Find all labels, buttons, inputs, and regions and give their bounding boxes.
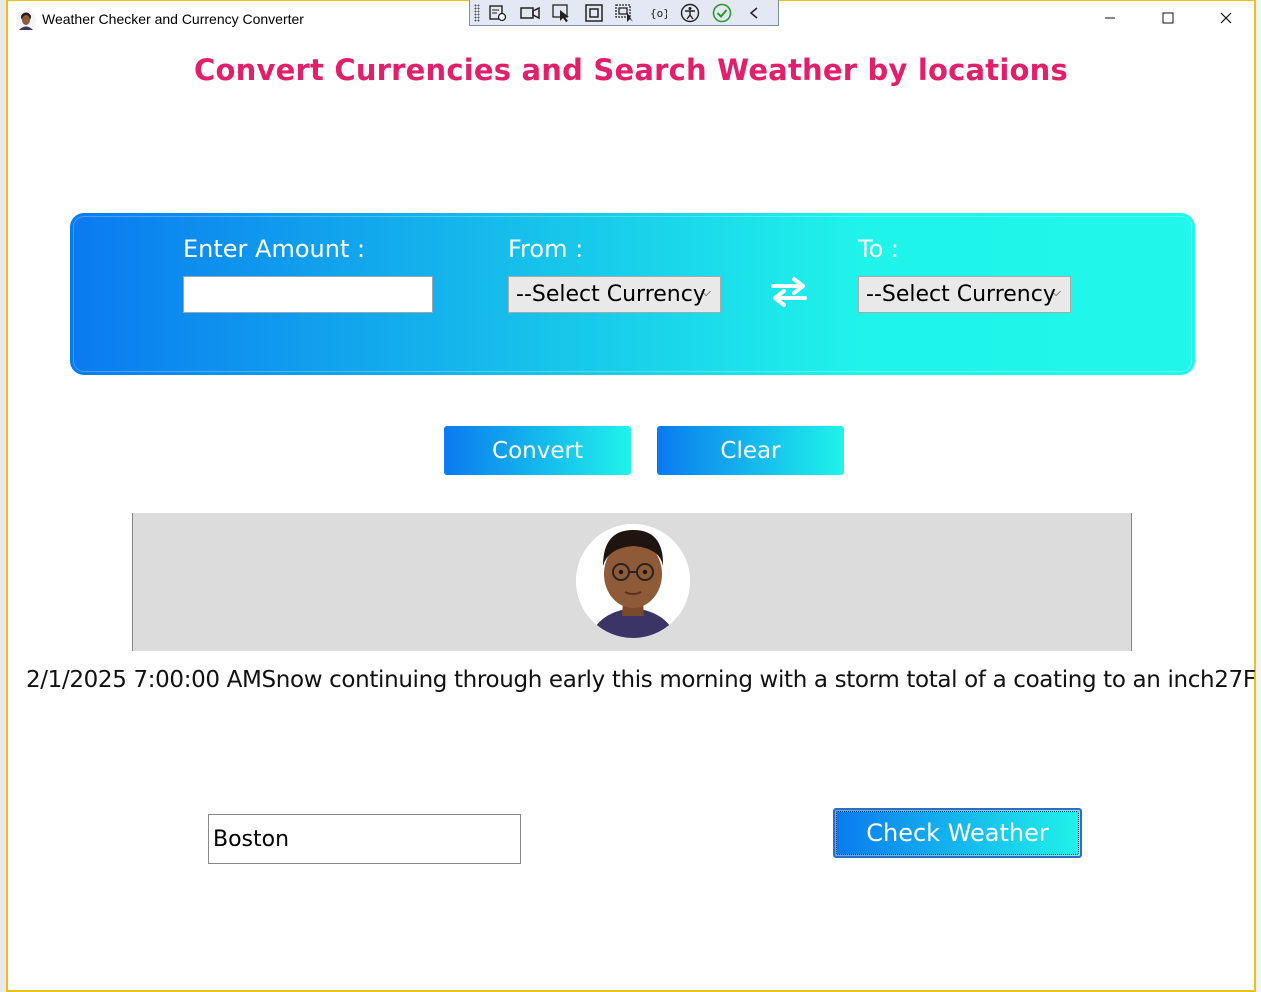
focus-ring xyxy=(836,811,1079,855)
chevron-left-icon[interactable] xyxy=(740,2,768,24)
background-desktop-edge-right xyxy=(1256,0,1261,992)
minimize-button[interactable] xyxy=(1081,1,1139,35)
profile-band xyxy=(132,513,1132,651)
profile-photo xyxy=(576,524,690,638)
weather-result-text: 2/1/2025 7:00:00 AMSnow continuing throu… xyxy=(26,667,1256,693)
to-currency-value: --Select Currency xyxy=(866,282,1056,307)
track-focus-icon[interactable] xyxy=(612,2,640,24)
maximize-icon xyxy=(1162,12,1174,24)
page-title: Convert Currencies and Search Weather by… xyxy=(194,53,1068,87)
amount-label: Enter Amount : xyxy=(183,235,366,263)
amount-input[interactable] xyxy=(183,276,433,313)
toolbar-grip-icon[interactable] xyxy=(474,3,480,22)
live-tree-icon[interactable] xyxy=(484,2,512,24)
clear-button[interactable]: Clear xyxy=(657,426,844,475)
to-currency-select[interactable]: --Select Currency ⌵ xyxy=(858,276,1071,313)
display-layout-adorners-icon[interactable] xyxy=(580,2,608,24)
maximize-button[interactable] xyxy=(1139,1,1197,35)
city-input[interactable]: Boston xyxy=(208,814,521,864)
to-label: To : xyxy=(858,235,899,263)
from-currency-value: --Select Currency xyxy=(516,282,706,307)
select-element-icon[interactable] xyxy=(548,2,576,24)
convert-button[interactable]: Convert xyxy=(444,426,631,475)
app-window: Weather Checker and Currency Converter C… xyxy=(6,0,1256,992)
accessibility-icon[interactable] xyxy=(676,2,704,24)
minimize-icon xyxy=(1105,17,1115,19)
close-button[interactable] xyxy=(1197,1,1255,35)
from-currency-select[interactable]: --Select Currency ⌵ xyxy=(508,276,721,313)
currency-converter-panel: Enter Amount : From : --Select Currency … xyxy=(70,213,1195,375)
xaml-debug-toolbar: {o} xyxy=(469,0,779,26)
close-icon xyxy=(1220,12,1232,24)
svg-text:{o}: {o} xyxy=(650,7,667,20)
window-title: Weather Checker and Currency Converter xyxy=(42,11,304,27)
chevron-down-icon: ⌵ xyxy=(1051,285,1061,300)
check-weather-button[interactable]: Check Weather xyxy=(833,808,1082,858)
app-avatar-icon xyxy=(16,10,36,30)
from-label: From : xyxy=(508,235,584,263)
swap-arrows-icon[interactable] xyxy=(767,274,811,308)
binding-failures-icon[interactable]: {o} xyxy=(644,2,672,24)
chevron-down-icon: ⌵ xyxy=(701,285,711,300)
check-circle-icon[interactable] xyxy=(708,2,736,24)
video-camera-icon[interactable] xyxy=(516,2,544,24)
